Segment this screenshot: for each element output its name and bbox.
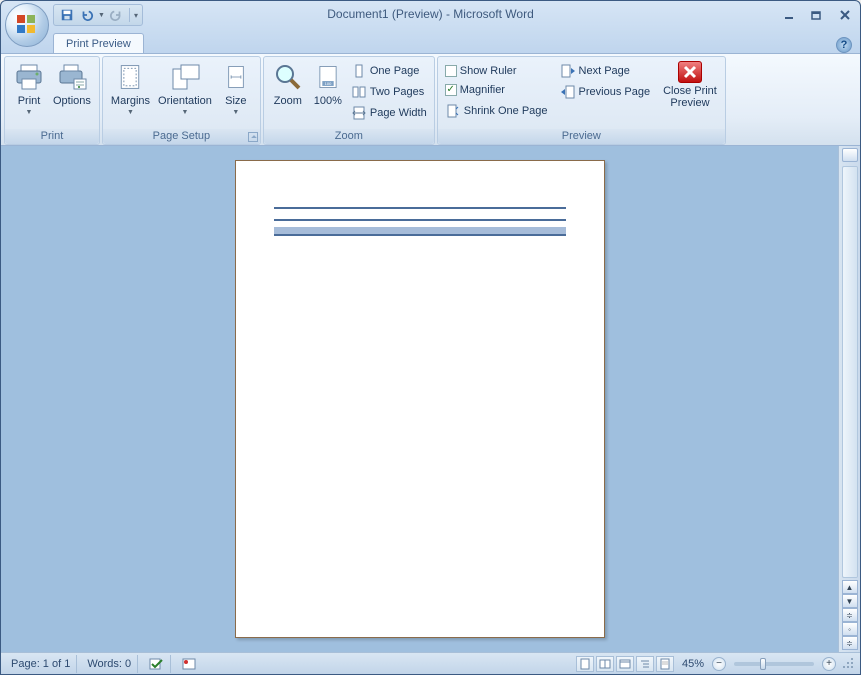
draft-icon xyxy=(659,658,671,670)
view-outline-button[interactable] xyxy=(636,656,654,672)
options-button[interactable]: Options xyxy=(49,59,95,107)
document-workspace: ▲ ▼ ≑ ◦ ≑ xyxy=(1,146,860,652)
scrollbar-thumb[interactable] xyxy=(843,167,857,577)
previous-page-button[interactable]: Previous Page xyxy=(557,83,654,101)
margins-button[interactable]: Margins ▼ xyxy=(107,59,154,116)
view-print-layout-button[interactable] xyxy=(576,656,594,672)
status-words[interactable]: Words: 0 xyxy=(81,655,138,673)
scroll-up-button[interactable]: ▲ xyxy=(842,580,858,594)
prev-find-button[interactable]: ≑ xyxy=(842,608,858,622)
proofing-icon xyxy=(148,656,164,672)
print-button[interactable]: Print ▼ xyxy=(9,59,49,116)
document-viewport[interactable] xyxy=(1,146,838,652)
tab-print-preview[interactable]: Print Preview xyxy=(53,33,144,53)
zoom-in-button[interactable]: + xyxy=(822,657,836,671)
view-full-screen-reading-button[interactable] xyxy=(596,656,614,672)
outline-icon xyxy=(639,658,651,670)
ribbon-tab-row: Print Preview ? xyxy=(1,29,860,53)
one-page-icon xyxy=(351,63,367,79)
title-bar: ▼ ▾ Document1 (Preview) - Microsoft Word xyxy=(1,1,860,29)
magnifier-checkbox[interactable]: Magnifier xyxy=(442,83,551,97)
document-page xyxy=(235,160,605,638)
restore-button[interactable] xyxy=(806,7,828,23)
ribbon: Print ▼ Options Print Margins ▼ xyxy=(1,53,860,146)
orientation-button[interactable]: Orientation ▼ xyxy=(154,59,216,116)
zoom-out-button[interactable]: − xyxy=(712,657,726,671)
printer-icon xyxy=(13,61,45,93)
page-setup-launcher[interactable] xyxy=(248,132,258,142)
reading-icon xyxy=(599,658,611,670)
view-web-layout-button[interactable] xyxy=(616,656,634,672)
close-x-icon xyxy=(682,64,698,80)
group-zoom: Zoom 100 100% One Page Two Pages xyxy=(263,56,435,145)
ruler-toggle-button[interactable] xyxy=(842,148,858,162)
app-window: ▼ ▾ Document1 (Preview) - Microsoft Word… xyxy=(0,0,861,675)
svg-text:100: 100 xyxy=(324,81,332,86)
resize-grip-icon xyxy=(842,657,854,669)
print-layout-icon xyxy=(579,658,591,670)
minimize-button[interactable] xyxy=(778,7,800,23)
view-draft-button[interactable] xyxy=(656,656,674,672)
group-label-preview: Preview xyxy=(438,129,725,144)
margins-icon xyxy=(116,61,144,93)
page-100-icon: 100 xyxy=(315,61,341,93)
group-label-page-setup: Page Setup xyxy=(103,129,260,144)
next-page-button[interactable]: Next Page xyxy=(557,62,654,80)
minimize-icon xyxy=(784,10,794,20)
page-width-button[interactable]: Page Width xyxy=(348,104,430,122)
group-label-print: Print xyxy=(5,129,99,144)
help-button[interactable]: ? xyxy=(836,37,852,53)
scroll-down-button[interactable]: ▼ xyxy=(842,594,858,608)
vertical-scrollbar[interactable] xyxy=(842,166,858,578)
office-button[interactable] xyxy=(5,3,49,47)
status-bar: Page: 1 of 1 Words: 0 45% − + xyxy=(1,652,860,674)
group-page-setup: Margins ▼ Orientation ▼ Size ▼ Page Setu… xyxy=(102,56,261,145)
status-page[interactable]: Page: 1 of 1 xyxy=(5,655,77,673)
next-find-button[interactable]: ≑ xyxy=(842,636,858,650)
page-content-heading xyxy=(274,227,566,236)
status-macro[interactable] xyxy=(175,655,203,673)
page-width-icon xyxy=(351,105,367,121)
options-icon xyxy=(56,61,88,93)
browse-object-button[interactable]: ◦ xyxy=(842,622,858,636)
window-title: Document1 (Preview) - Microsoft Word xyxy=(1,7,860,21)
zoom-slider[interactable] xyxy=(734,662,814,666)
page-content-line xyxy=(274,219,566,221)
group-preview: Show Ruler Magnifier Shrink One Page Nex… xyxy=(437,56,726,145)
office-logo-icon xyxy=(15,13,39,37)
checkbox-checked-icon xyxy=(445,84,457,96)
resize-grip[interactable] xyxy=(842,657,856,671)
close-window-button[interactable] xyxy=(834,7,856,23)
orientation-icon xyxy=(169,61,201,93)
prev-page-icon xyxy=(560,84,576,100)
zoom-level-label[interactable]: 45% xyxy=(676,658,710,670)
vertical-scroll-area: ▲ ▼ ≑ ◦ ≑ xyxy=(838,146,860,652)
zoom-slider-thumb[interactable] xyxy=(760,658,766,670)
show-ruler-checkbox[interactable]: Show Ruler xyxy=(442,64,551,78)
page-content-line xyxy=(274,207,566,209)
close-print-preview-button[interactable]: Close PrintPreview xyxy=(659,59,721,109)
magnifier-icon xyxy=(272,61,304,93)
checkbox-icon xyxy=(445,65,457,77)
web-layout-icon xyxy=(619,658,631,670)
zoom-100-button[interactable]: 100 100% xyxy=(308,59,348,107)
group-label-zoom: Zoom xyxy=(264,129,434,144)
macro-record-icon xyxy=(181,656,197,672)
restore-icon xyxy=(811,10,823,20)
next-page-icon xyxy=(560,63,576,79)
zoom-button[interactable]: Zoom xyxy=(268,59,308,107)
status-proofing[interactable] xyxy=(142,655,171,673)
shrink-icon xyxy=(445,103,461,119)
close-icon xyxy=(840,10,850,20)
two-pages-icon xyxy=(351,84,367,100)
size-button[interactable]: Size ▼ xyxy=(216,59,256,116)
size-icon xyxy=(223,61,249,93)
shrink-one-page-button[interactable]: Shrink One Page xyxy=(442,102,551,120)
two-pages-button[interactable]: Two Pages xyxy=(348,83,430,101)
one-page-button[interactable]: One Page xyxy=(348,62,430,80)
group-print: Print ▼ Options Print xyxy=(4,56,100,145)
